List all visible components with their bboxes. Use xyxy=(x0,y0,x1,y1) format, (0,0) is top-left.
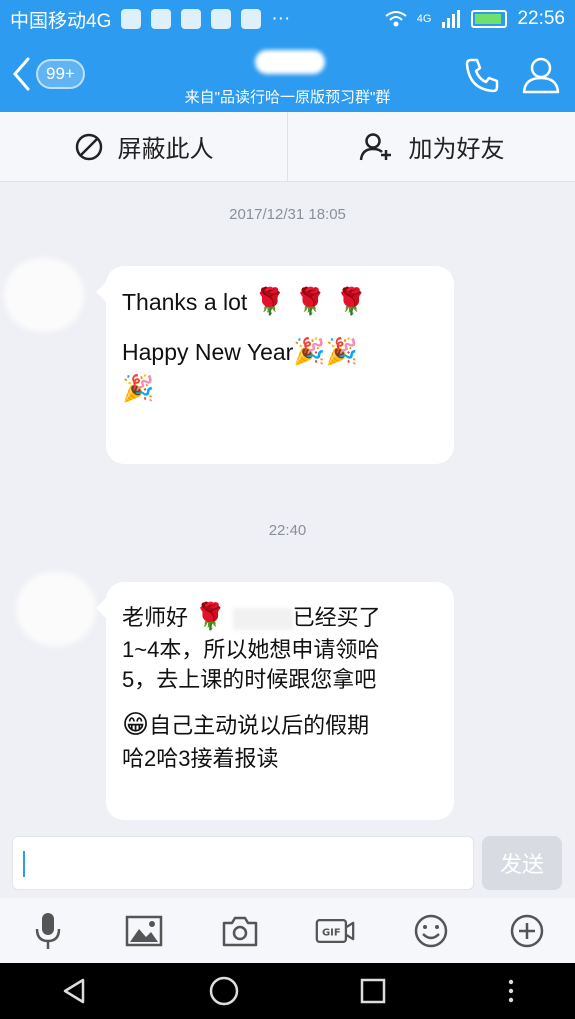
emoji-button[interactable] xyxy=(411,911,451,951)
message-bubble[interactable]: Thanks a lot 🌹 🌹 🌹 Happy New Year🎉🎉 🎉 xyxy=(96,266,454,464)
message-text-line: 5，去上课的时候跟您拿吧 xyxy=(122,666,377,692)
gif-icon: GIF xyxy=(316,918,355,943)
plus-circle-icon xyxy=(510,914,544,947)
rose-emoji-icon: 🌹 🌹 🌹 xyxy=(253,287,368,317)
mail-notification-icon xyxy=(211,9,232,29)
send-button[interactable]: 发送 xyxy=(482,836,562,890)
unread-badge: 99+ xyxy=(36,59,85,89)
carrier-label: 中国移动4G xyxy=(10,10,112,32)
sender-avatar[interactable] xyxy=(16,572,96,646)
contact-name-redacted xyxy=(255,50,325,74)
alert-notification-icon xyxy=(241,9,262,29)
battery-icon xyxy=(471,10,508,28)
add-friend-label: 加为好友 xyxy=(408,136,505,163)
more-button[interactable] xyxy=(507,911,547,951)
redacted-text xyxy=(232,608,293,631)
message-input[interactable] xyxy=(12,836,474,890)
voice-button[interactable] xyxy=(28,911,68,951)
message-text-line: 哈2哈3接着报读 xyxy=(122,745,279,771)
nav-recents-icon[interactable] xyxy=(359,977,387,1005)
message-text-line: 已经买了 xyxy=(292,605,381,630)
block-user-label: 屏蔽此人 xyxy=(117,136,214,163)
nav-menu-icon[interactable] xyxy=(506,977,516,1005)
add-friend-button[interactable]: 加为好友 xyxy=(287,112,575,181)
add-user-icon xyxy=(359,132,391,160)
microphone-icon xyxy=(35,912,61,949)
profile-icon[interactable] xyxy=(521,56,561,94)
message-text-line: Happy New Year xyxy=(122,339,294,366)
party-popper-emoji-icon: 🎉 xyxy=(122,373,155,404)
message-text-line: 自己主动说以后的假期 xyxy=(149,713,370,739)
clock-label: 22:56 xyxy=(517,8,565,29)
message-text-line: 老师好 xyxy=(122,605,189,630)
nav-back-icon[interactable] xyxy=(59,976,89,1006)
composer: 发送 xyxy=(0,832,575,898)
image-button[interactable] xyxy=(124,911,164,951)
composer-toolbar: GIF xyxy=(0,898,575,963)
message-text-line: Thanks a lot xyxy=(122,289,248,315)
signal-icon xyxy=(442,10,461,28)
status-bar: 中国移动4G ··· 4G 22:56 xyxy=(0,0,575,38)
shield-notification-icon xyxy=(181,9,202,29)
block-icon xyxy=(75,133,102,160)
smiley-icon xyxy=(414,914,448,947)
wifi-icon xyxy=(385,11,407,27)
nav-home-icon[interactable] xyxy=(208,975,240,1007)
image-icon xyxy=(125,915,162,946)
gif-button[interactable]: GIF xyxy=(315,911,355,951)
more-notifications-icon: ··· xyxy=(271,8,291,29)
camera-button[interactable] xyxy=(220,911,260,951)
message-bubble[interactable]: 老师好 🌹 已经买了 1~4本，所以她想申请领哈 5，去上课的时候跟您拿吧 😁自… xyxy=(96,582,454,820)
rose-emoji-icon: 🌹 xyxy=(194,602,227,632)
app-notification-icon xyxy=(121,9,142,29)
message-timestamp: 22:40 xyxy=(268,522,307,539)
chat-header: 99+ 来自"品读行哈一原版预习群"群 xyxy=(0,38,575,112)
system-nav-bar xyxy=(0,963,575,1019)
block-user-button[interactable]: 屏蔽此人 xyxy=(0,112,287,181)
grin-emoji-icon: 😁 xyxy=(122,710,150,741)
stranger-action-bar: 屏蔽此人 加为好友 xyxy=(0,112,575,182)
party-popper-emoji-icon: 🎉🎉 xyxy=(293,337,359,368)
message-timestamp: 2017/12/31 18:05 xyxy=(229,206,346,223)
network-type-label: 4G xyxy=(416,13,432,25)
gif-label: GIF xyxy=(322,927,341,938)
camera-icon xyxy=(222,916,257,946)
text-caret xyxy=(23,851,25,877)
phone-icon[interactable] xyxy=(463,56,501,94)
location-notification-icon xyxy=(151,9,172,29)
sender-avatar[interactable] xyxy=(4,258,84,332)
message-text-line: 1~4本，所以她想申请领哈 xyxy=(122,637,380,663)
